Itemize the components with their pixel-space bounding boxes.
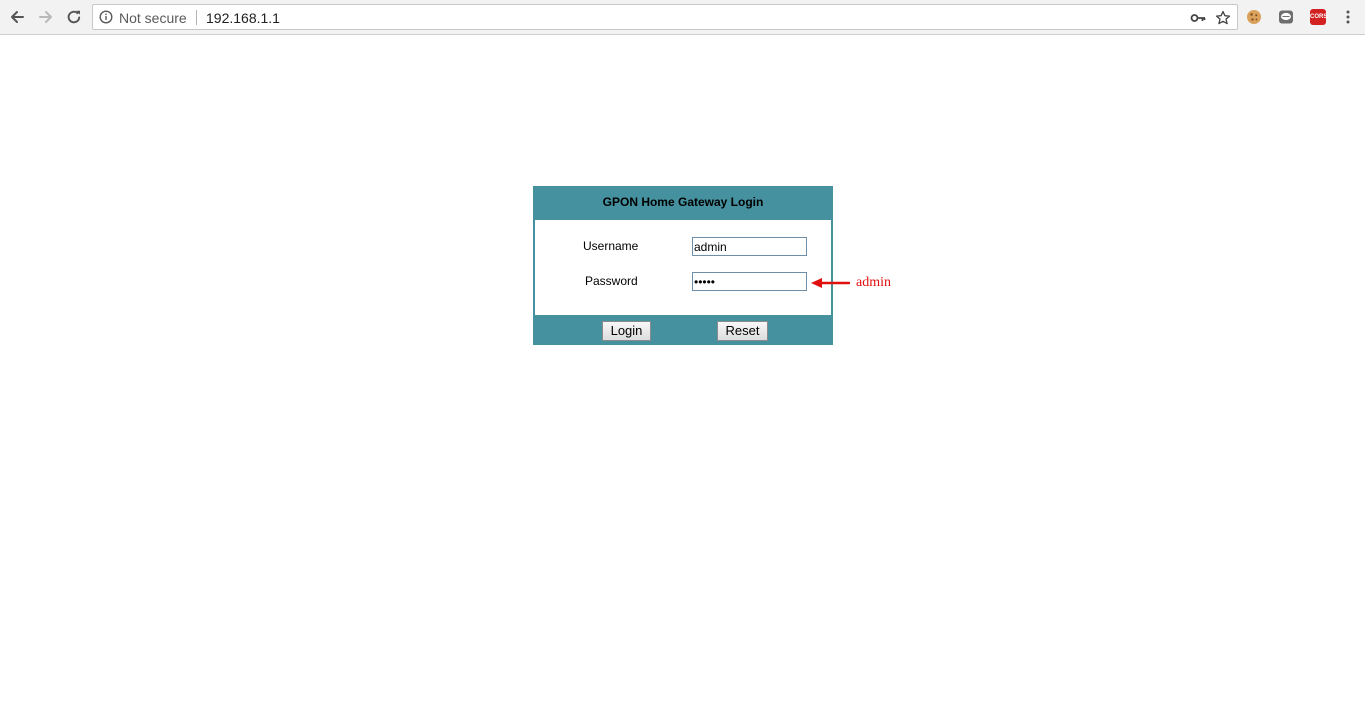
browser-toolbar: Not secure 192.168.1.1 CORS: [0, 0, 1365, 35]
login-panel: GPON Home Gateway Login Username Passwor…: [533, 186, 833, 345]
password-input[interactable]: [692, 272, 807, 291]
annotation-arrow-icon: [811, 278, 850, 288]
info-circle-icon[interactable]: [99, 10, 113, 24]
kebab-menu-icon[interactable]: [1339, 8, 1357, 26]
security-label[interactable]: Not secure: [119, 10, 187, 26]
key-icon[interactable]: [1189, 9, 1207, 27]
back-button[interactable]: [6, 6, 28, 28]
login-title: GPON Home Gateway Login: [602, 195, 764, 209]
reload-button[interactable]: [63, 6, 85, 28]
url-text[interactable]: 192.168.1.1: [206, 10, 280, 26]
star-icon[interactable]: [1214, 9, 1232, 27]
address-bar[interactable]: Not secure 192.168.1.1: [92, 4, 1238, 30]
omnibox-divider: [196, 10, 197, 25]
password-label: Password: [585, 274, 638, 288]
reset-button[interactable]: Reset: [717, 321, 768, 341]
username-label: Username: [583, 239, 639, 253]
username-input[interactable]: [692, 237, 807, 256]
cors-label: CORS: [1310, 9, 1327, 25]
login-form-body: Username Password: [535, 220, 831, 315]
forward-button[interactable]: [35, 6, 57, 28]
arrow-right-icon: [39, 11, 52, 23]
login-button[interactable]: Login: [602, 321, 651, 341]
cookie-icon[interactable]: [1245, 8, 1263, 26]
reload-icon: [67, 10, 81, 24]
cors-extension-icon[interactable]: CORS: [1309, 8, 1327, 26]
arrow-left-icon: [11, 11, 24, 23]
chat-bubble-icon[interactable]: [1277, 8, 1295, 26]
annotation-label: admin: [856, 275, 891, 290]
